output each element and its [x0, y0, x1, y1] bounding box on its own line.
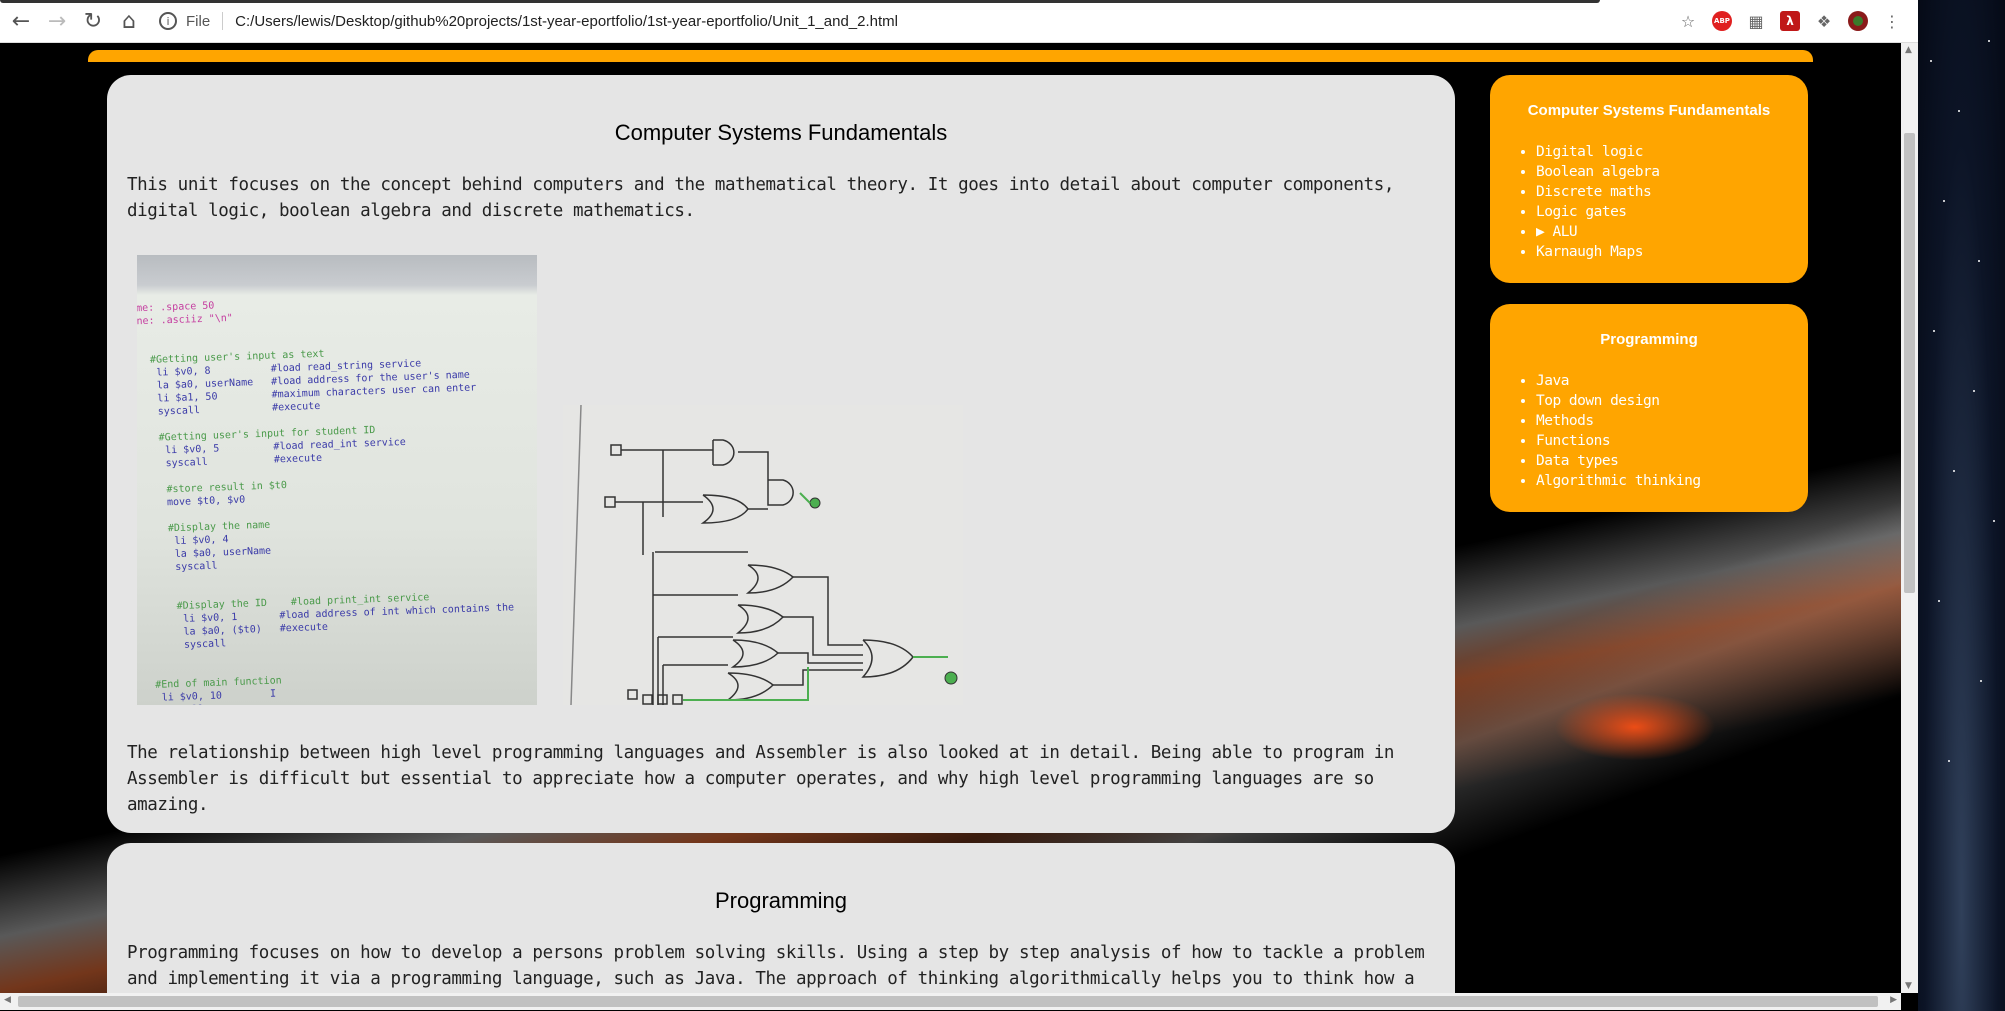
section-title: Programming: [714, 888, 848, 913]
sidebar-title: Programming: [1600, 331, 1698, 348]
browser-toolbar: ← → ↻ ⌂ i File C:/Users/lewis/Desktop/gi…: [0, 0, 1918, 43]
sidebar-list: Java Top down design Methods Functions D…: [1516, 371, 1701, 491]
abp-icon[interactable]: ABP: [1712, 11, 1732, 31]
assembler-code-photo: ame: .space 50ine: .asciiz "\n" : #Getti…: [137, 255, 537, 705]
menu-icon[interactable]: ⋮: [1882, 11, 1902, 31]
logic-circuit-photo: [563, 405, 963, 705]
sidebar-item-top-down-design[interactable]: Top down design: [1536, 391, 1701, 411]
sidebar-list: Digital logic Boolean algebra Discrete m…: [1516, 142, 1660, 262]
scroll-down-icon[interactable]: ▼: [1905, 981, 1912, 991]
scrollbar-thumb[interactable]: [18, 996, 1878, 1007]
sidebar-item-karnaugh-maps[interactable]: Karnaugh Maps: [1536, 242, 1659, 262]
code-listing: ame: .space 50ine: .asciiz "\n" : #Getti…: [137, 288, 537, 705]
section-programming: Programming Programming focuses on how t…: [107, 843, 1455, 993]
scroll-right-icon[interactable]: ▶: [1890, 995, 1897, 1005]
tab-strip-edge: [0, 0, 1600, 3]
sidebar-item-boolean-algebra[interactable]: Boolean algebra: [1536, 162, 1660, 182]
sidebar-box-programming: Programming Java Top down design Methods…: [1490, 304, 1808, 512]
sidebar-item-java[interactable]: Java: [1536, 371, 1701, 391]
site-info-icon[interactable]: i: [158, 11, 178, 31]
back-icon[interactable]: ←: [6, 6, 36, 36]
sidebar-item-algorithmic-thinking[interactable]: Algorithmic thinking: [1536, 471, 1701, 491]
url-scheme: File: [186, 12, 211, 30]
logic-circuit-diagram: [563, 405, 963, 705]
sidebar-item-discrete-maths[interactable]: Discrete maths: [1536, 182, 1659, 202]
sidebar-item-data-types[interactable]: Data types: [1536, 451, 1701, 471]
section-title: Computer Systems Fundamentals: [614, 120, 948, 145]
url-divider: [222, 12, 224, 30]
sidebar-item-alu[interactable]: ▶ ALU: [1536, 222, 1659, 242]
desktop-wallpaper: [1918, 0, 2005, 1011]
sidebar-item-methods[interactable]: Methods: [1536, 411, 1701, 431]
reload-icon[interactable]: ↻: [78, 6, 108, 36]
section-intro: This unit focuses on the concept behind …: [127, 175, 1394, 221]
page-viewport: Computer Systems Fundamentals This unit …: [0, 43, 1901, 993]
sidebar-title: Computer Systems Fundamentals: [1527, 102, 1771, 119]
vertical-scrollbar[interactable]: ▲ ▼: [1901, 43, 1918, 993]
bookmark-star-icon[interactable]: ☆: [1678, 11, 1698, 31]
home-icon[interactable]: ⌂: [114, 6, 144, 36]
sidebar-item-logic-gates[interactable]: Logic gates: [1536, 202, 1659, 222]
section-intro: Programming focuses on how to develop a …: [127, 943, 1425, 989]
horizontal-scrollbar[interactable]: ◀ ▶: [0, 993, 1901, 1010]
avatar[interactable]: [1848, 11, 1868, 31]
header-bar-edge: [88, 50, 1813, 62]
toolbar-actions: ☆ ABP ▦ λ ❖ ⋮: [1678, 0, 1902, 42]
section-computer-systems: Computer Systems Fundamentals This unit …: [107, 75, 1455, 833]
sidebar-box-csf: Computer Systems Fundamentals Digital lo…: [1490, 75, 1808, 283]
scrollbar-thumb[interactable]: [1904, 133, 1915, 593]
scroll-left-icon[interactable]: ◀: [4, 995, 11, 1005]
address-bar[interactable]: C:/Users/lewis/Desktop/github%20projects…: [235, 13, 898, 30]
forward-icon[interactable]: →: [42, 6, 72, 36]
section-outro: The relationship between high level prog…: [127, 743, 1394, 815]
scroll-up-icon[interactable]: ▲: [1905, 45, 1912, 55]
puzzle-icon[interactable]: ❖: [1814, 11, 1834, 31]
sidebar-item-functions[interactable]: Functions: [1536, 431, 1701, 451]
grid-icon[interactable]: ▦: [1746, 11, 1766, 31]
acrobat-icon[interactable]: λ: [1780, 11, 1800, 31]
sidebar-item-digital-logic[interactable]: Digital logic: [1536, 142, 1659, 162]
